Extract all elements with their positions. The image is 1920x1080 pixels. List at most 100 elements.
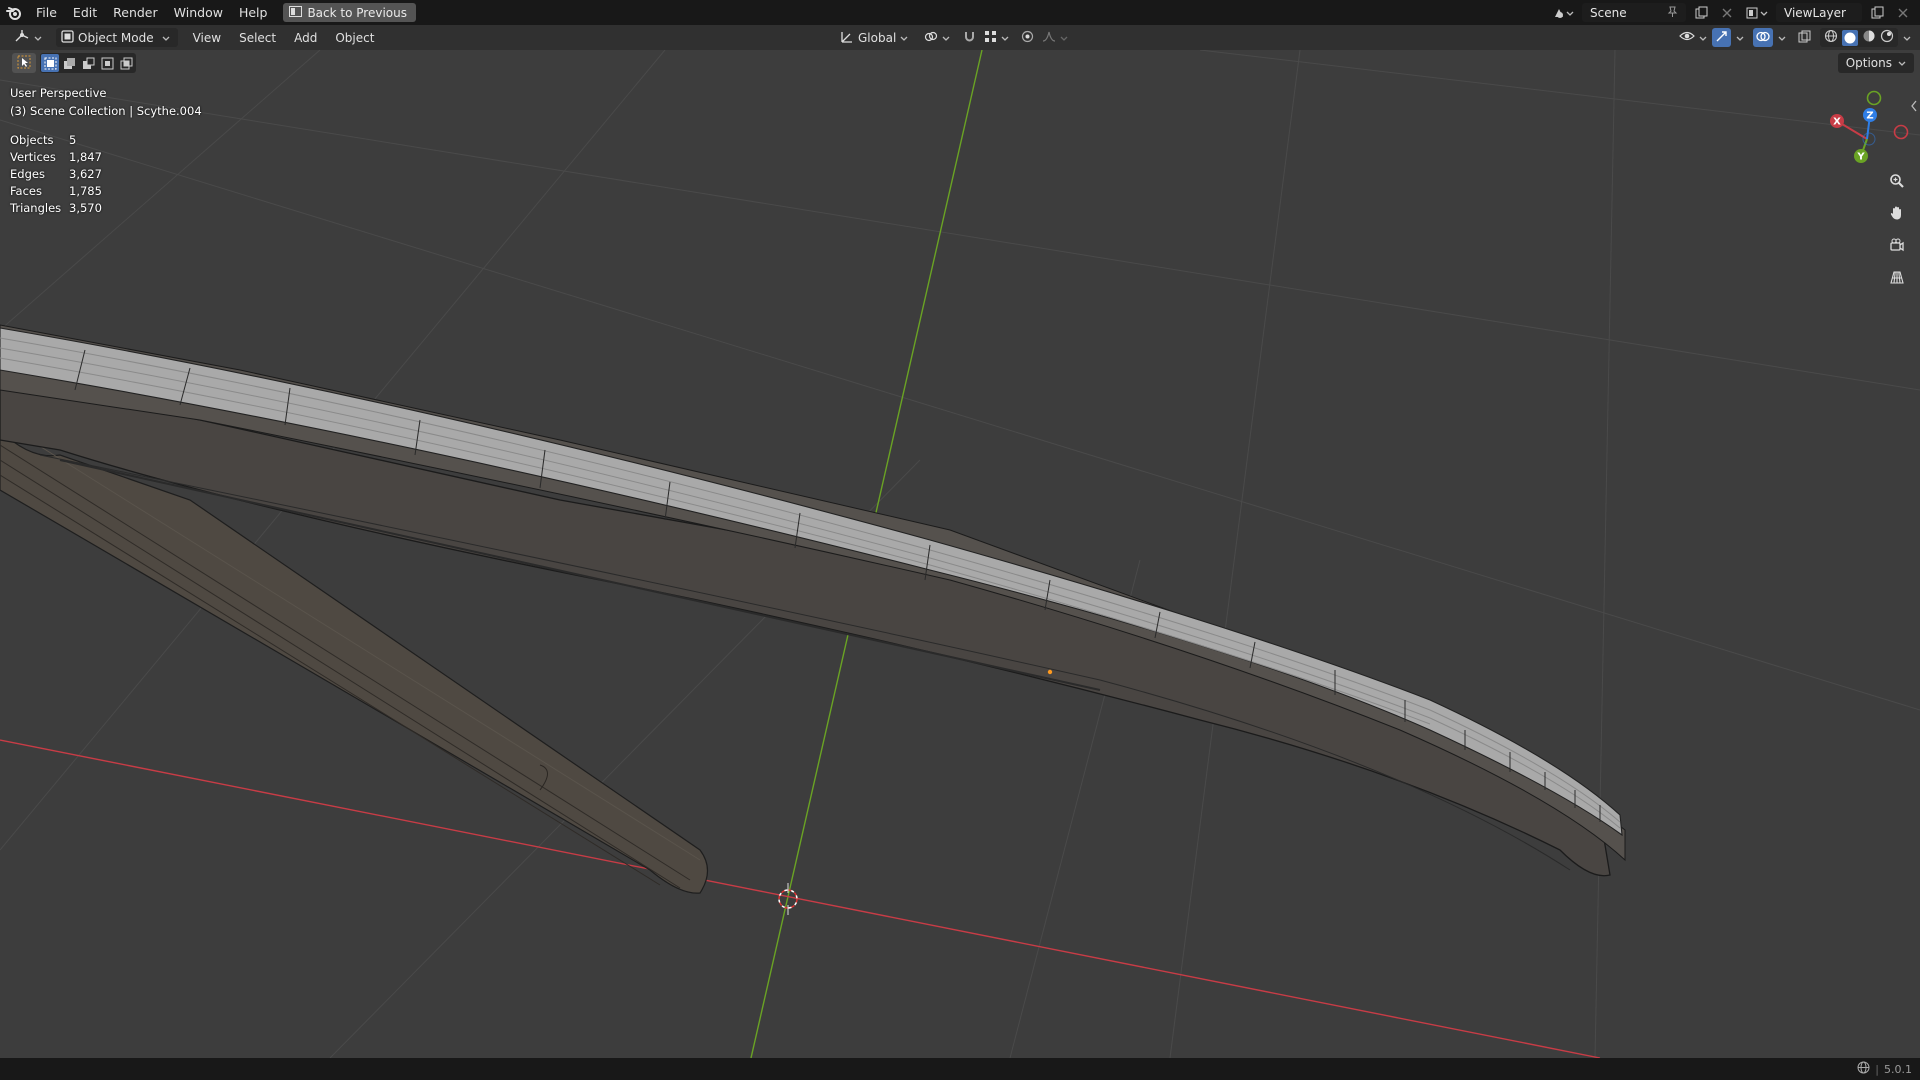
selection-mode-group [40, 53, 136, 73]
camera-view-icon[interactable] [1884, 232, 1910, 258]
solid-shading-icon[interactable] [1842, 29, 1858, 46]
select-subtract-icon[interactable] [79, 54, 97, 72]
menu-edit[interactable]: Edit [65, 0, 105, 25]
viewlayer-name: ViewLayer [1784, 5, 1846, 20]
viewport-canvas[interactable] [0, 50, 1920, 1058]
gizmo-dropdown[interactable] [1733, 28, 1747, 47]
scene-statistics: Objects 5 Vertices 1,847 Edges 3,627 Faces 1… [10, 131, 102, 216]
blender-version: 5.0.1 [1884, 1062, 1912, 1076]
gizmo-toggle[interactable] [1712, 28, 1731, 47]
perspective-toggle-icon[interactable] [1884, 264, 1910, 290]
gizmo-y-label: Y [1856, 152, 1865, 163]
material-shading-icon[interactable] [1862, 29, 1876, 46]
overlays-dropdown[interactable] [1775, 28, 1789, 47]
new-scene-icon[interactable] [1690, 3, 1712, 22]
falloff-curve-icon [1042, 30, 1056, 45]
stat-value: 3,570 [69, 200, 102, 215]
viewlayer-browse-icon[interactable] [1742, 3, 1772, 22]
back-to-previous-button[interactable]: Back to Previous [283, 3, 416, 22]
proportional-icon [1021, 30, 1034, 46]
overlays-icon [1756, 30, 1770, 46]
menu-add[interactable]: Add [285, 31, 326, 45]
select-tool-button[interactable] [12, 53, 36, 73]
object-origin [1047, 669, 1053, 675]
options-label: Options [1845, 56, 1892, 70]
sidebar-toggle-icon[interactable] [1910, 100, 1920, 114]
menu-object[interactable]: Object [326, 31, 383, 45]
cursor-arrow-icon [17, 55, 31, 72]
gizmo-neg-x-handle[interactable] [1893, 124, 1909, 140]
menu-select[interactable]: Select [230, 31, 285, 45]
new-viewlayer-icon[interactable] [1866, 3, 1888, 22]
object-mode-icon [61, 29, 74, 46]
stat-key: Faces [10, 183, 42, 198]
gizmo-neg-z-handle[interactable] [1862, 132, 1876, 146]
delete-scene-icon[interactable] [1716, 3, 1738, 22]
delete-viewlayer-icon[interactable] [1892, 3, 1914, 22]
stat-row-objects: Objects 5 [10, 131, 102, 148]
menu-view[interactable]: View [184, 31, 230, 45]
menu-window[interactable]: Window [166, 0, 231, 25]
orientation-dropdown[interactable]: Global [836, 28, 912, 47]
gizmo-z-label: Z [1866, 111, 1873, 122]
select-invert-icon[interactable] [98, 54, 116, 72]
stat-value: 5 [69, 132, 77, 147]
shading-dropdown[interactable] [1900, 28, 1914, 47]
options-dropdown[interactable]: Options [1837, 53, 1914, 73]
xray-toggle[interactable] [1795, 28, 1814, 47]
stat-key: Objects [10, 132, 54, 147]
stat-row-triangles: Triangles 3,570 [10, 199, 102, 216]
shading-modes [1820, 28, 1898, 47]
proportional-editing-toggle[interactable] [1018, 28, 1037, 47]
menu-render[interactable]: Render [105, 0, 166, 25]
wireframe-shading-icon[interactable] [1824, 29, 1838, 46]
viewport-display-tools [1676, 28, 1914, 47]
pan-hand-icon[interactable] [1884, 200, 1910, 226]
pivot-point-dropdown[interactable] [920, 28, 954, 47]
chevron-down-icon [1736, 31, 1744, 45]
back-to-previous-label: Back to Previous [307, 5, 407, 20]
status-separator: | [1875, 1062, 1879, 1076]
rendered-shading-icon[interactable] [1880, 29, 1894, 46]
select-extend-icon[interactable] [60, 54, 78, 72]
eye-icon [1679, 30, 1695, 45]
scene-field[interactable]: Scene [1582, 3, 1686, 22]
viewlayer-field[interactable]: ViewLayer [1776, 3, 1862, 22]
stat-row-vertices: Vertices 1,847 [10, 148, 102, 165]
x-axis-line [0, 739, 1601, 1058]
pin-icon[interactable] [1667, 6, 1678, 20]
magnet-icon [963, 30, 976, 46]
gizmo-neg-y-handle[interactable] [1866, 90, 1882, 106]
zoom-icon[interactable] [1884, 168, 1910, 194]
scene-name: Scene [1590, 5, 1627, 20]
active-collection-label: (3) Scene Collection | Scythe.004 [10, 104, 202, 118]
stat-value: 3,627 [69, 166, 102, 181]
view-perspective-label: User Perspective [10, 86, 107, 100]
chevron-down-icon [162, 31, 170, 45]
stat-key: Vertices [10, 149, 56, 164]
editor-type-button[interactable] [8, 28, 48, 47]
stat-row-edges: Edges 3,627 [10, 165, 102, 182]
viewport-3d-icon [14, 29, 30, 46]
chevron-down-icon [942, 31, 950, 45]
menu-file[interactable]: File [28, 0, 65, 25]
select-new-icon[interactable] [41, 54, 59, 72]
select-intersect-icon[interactable] [117, 54, 135, 72]
blender-logo-icon[interactable] [0, 0, 28, 25]
snap-target-dropdown[interactable] [981, 28, 1012, 47]
gizmo-icon [1715, 30, 1728, 46]
xray-icon [1798, 30, 1811, 46]
menu-help[interactable]: Help [231, 0, 276, 25]
proportional-falloff-dropdown[interactable] [1039, 28, 1071, 47]
visibility-dropdown[interactable] [1676, 28, 1710, 47]
viewport-header: Object Mode View Select Add Object Globa… [0, 25, 1920, 50]
orientation-label: Global [858, 30, 897, 45]
snap-toggle[interactable] [960, 28, 979, 47]
scene-browse-icon[interactable] [1548, 3, 1578, 22]
orientation-icon [840, 30, 854, 46]
overlays-toggle[interactable] [1753, 28, 1773, 47]
object-mode-dropdown[interactable]: Object Mode [56, 28, 178, 47]
navigation-gizmo[interactable]: X Z Y [1820, 84, 1920, 174]
chevron-down-icon [1060, 31, 1068, 45]
network-globe-icon[interactable] [1857, 1061, 1870, 1077]
